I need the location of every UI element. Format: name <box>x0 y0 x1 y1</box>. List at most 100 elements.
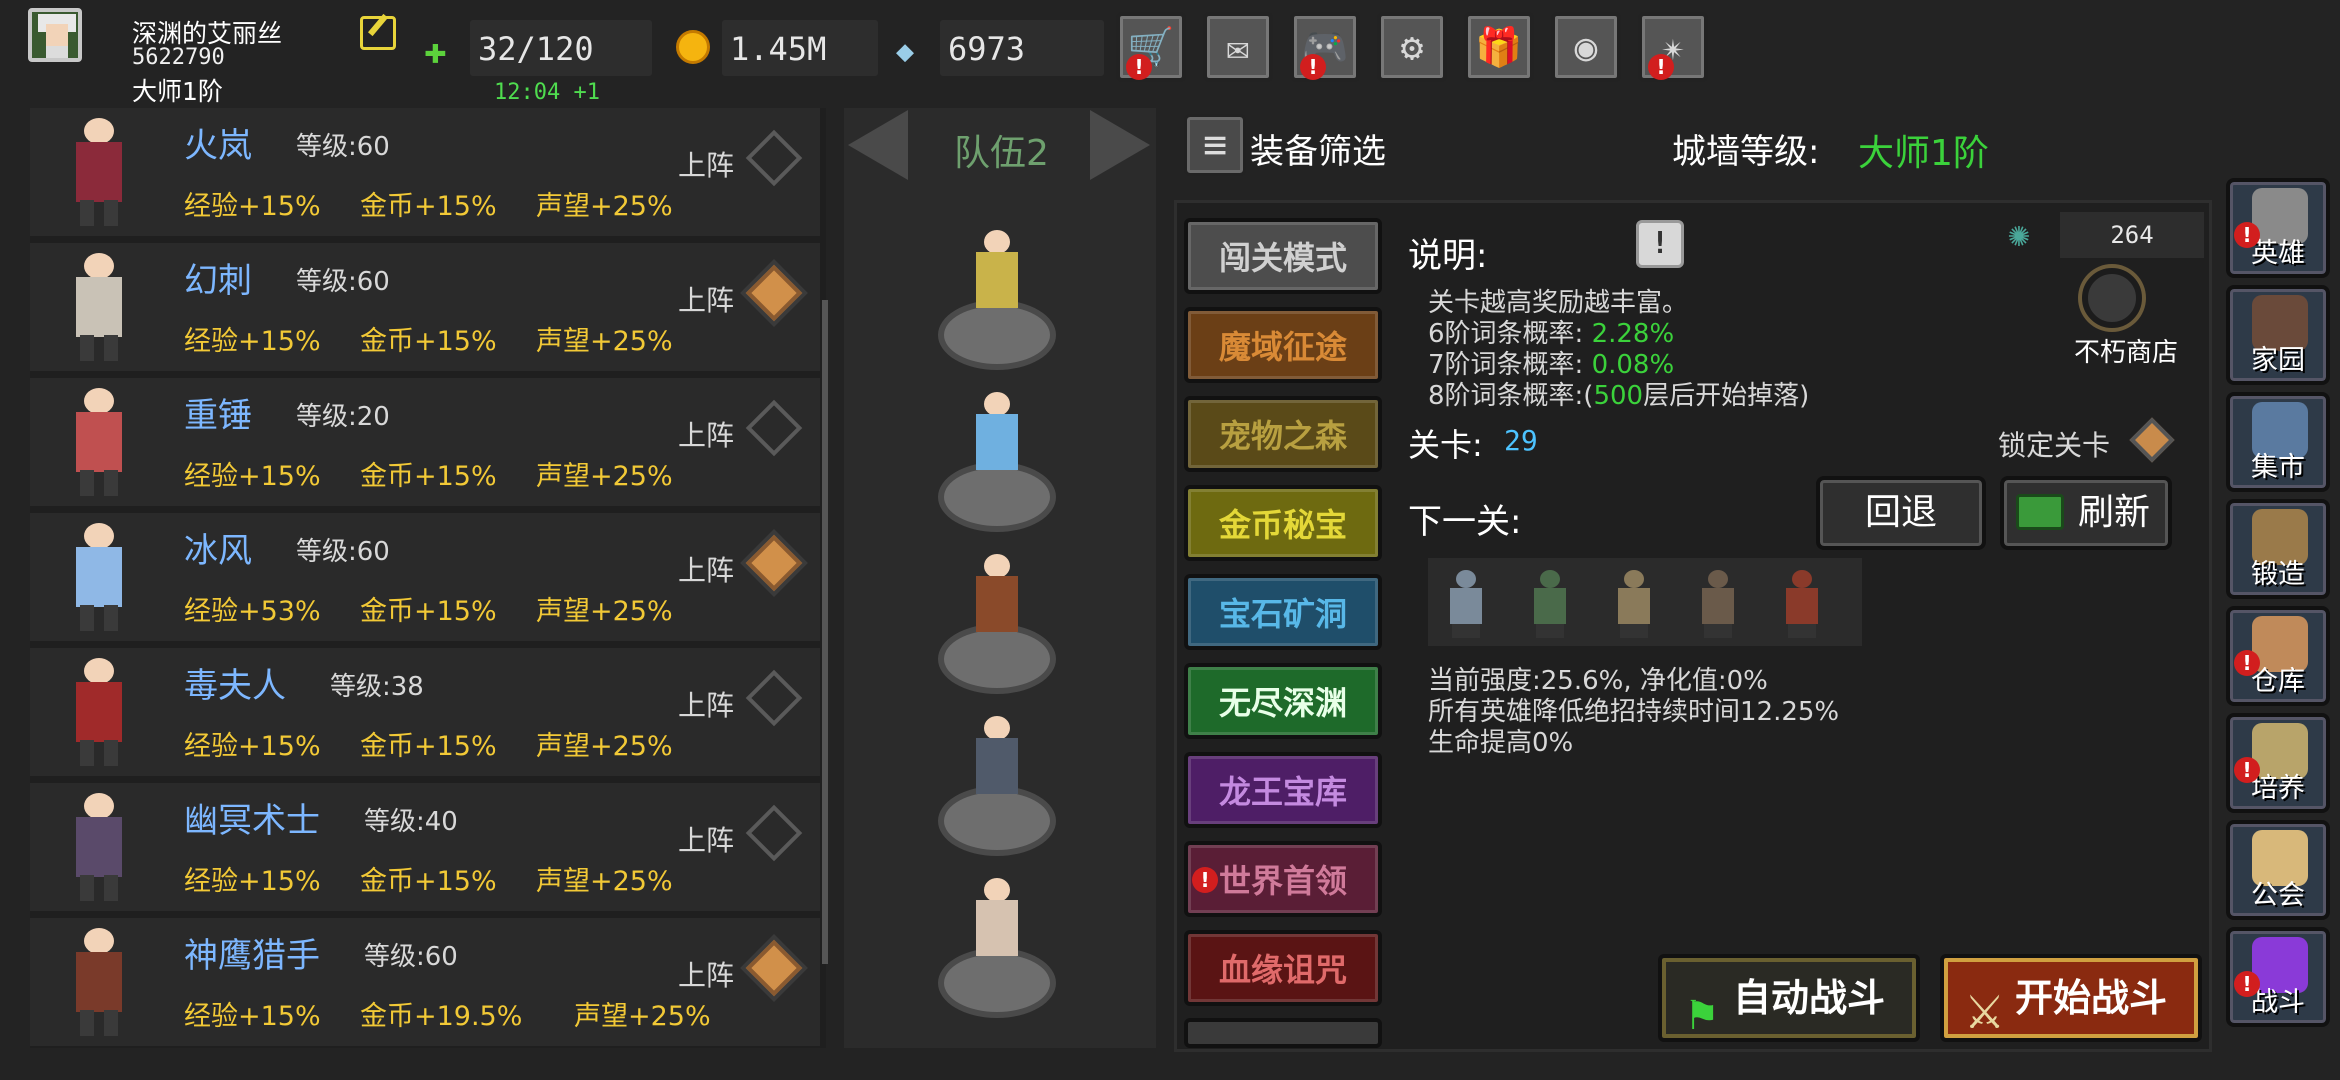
team-member[interactable] <box>962 878 1032 988</box>
hero-row[interactable]: 神鹰猎手 等级:60 经验+15% 金币+19.5% 声望+25% 上阵 <box>30 918 820 1046</box>
mail-icon: ✉ <box>1226 25 1250 69</box>
team-member[interactable] <box>962 716 1032 826</box>
gamepad-button[interactable]: 🎮! <box>1290 12 1360 82</box>
mode-button[interactable]: 无尽深渊 <box>1184 663 1382 739</box>
fireworks-button[interactable]: ✴! <box>1638 12 1708 82</box>
player-avatar[interactable] <box>28 8 82 62</box>
hero-row[interactable]: 幽冥术士 等级:40 经验+15% 金币+15% 声望+25% 上阵 <box>30 783 820 911</box>
hero-fame-bonus: 声望+25% <box>536 866 673 897</box>
edit-name-icon[interactable] <box>360 16 396 50</box>
sidebar-button[interactable]: 家园 <box>2226 285 2330 385</box>
alert-badge: ! <box>2234 222 2260 248</box>
hero-row[interactable]: 重锤 等级:20 经验+15% 金币+15% 声望+25% 上阵 <box>30 378 820 506</box>
gift-icon: 🎁 <box>1475 24 1523 69</box>
mail-button[interactable]: ✉ <box>1203 12 1273 82</box>
mode-button[interactable]: 闯关模式 <box>1184 218 1382 294</box>
deploy-label: 上阵 <box>678 959 735 992</box>
gem-value: 6973 <box>940 20 1104 76</box>
deploy-toggle[interactable] <box>745 264 803 322</box>
hero-name: 冰风 <box>184 531 252 571</box>
hero-gold-bonus: 金币+15% <box>360 461 497 492</box>
sidebar-label: 锻造 <box>2251 559 2305 590</box>
mode-button-partial[interactable] <box>1184 1018 1382 1048</box>
mode-button[interactable]: 血缘诅咒 <box>1184 930 1382 1006</box>
lock-stage-label: 锁定关卡 <box>1998 429 2111 462</box>
hero-level: 等级:60 <box>296 267 390 297</box>
deploy-toggle[interactable] <box>745 399 803 457</box>
hero-level: 等级:38 <box>330 672 424 702</box>
sidebar-button[interactable]: 公会 <box>2226 820 2330 920</box>
team-member[interactable] <box>962 230 1032 340</box>
mode-button[interactable]: 龙王宝库 <box>1184 752 1382 828</box>
hero-sprite <box>60 658 140 768</box>
hero-level: 等级:60 <box>296 537 390 567</box>
hero-fame-bonus: 声望+25% <box>536 326 673 357</box>
hero-sprite <box>60 118 140 228</box>
equipment-filter-label[interactable]: 装备筛选 <box>1250 124 1386 173</box>
immortal-shop-label[interactable]: 不朽商店 <box>2074 332 2178 369</box>
mode-button[interactable]: 宠物之森 <box>1184 396 1382 472</box>
filter-menu-button[interactable]: ≡ <box>1184 114 1246 176</box>
hero-sprite <box>60 523 140 633</box>
gold-value: 1.45M <box>722 20 878 76</box>
wheel-icon: ◉ <box>1574 25 1598 69</box>
mode-button[interactable]: 金币秘宝 <box>1184 485 1382 561</box>
immortal-shop-icon[interactable] <box>2082 268 2142 328</box>
sidebar-label: 集市 <box>2251 452 2305 483</box>
hero-list[interactable]: 火岚 等级:60 经验+15% 金币+15% 声望+25% 上阵 幻刺 等级:6… <box>30 108 826 1048</box>
shop-button[interactable]: 🛒! <box>1116 12 1186 82</box>
hero-row[interactable]: 火岚 等级:60 经验+15% 金币+15% 声望+25% 上阵 <box>30 108 820 236</box>
hero-name: 神鹰猎手 <box>184 936 320 976</box>
hero-row[interactable]: 幻刺 等级:60 经验+15% 金币+15% 声望+25% 上阵 <box>30 243 820 371</box>
settings-button[interactable]: ⚙ <box>1377 12 1447 82</box>
mode-button[interactable]: 世界首领! <box>1184 841 1382 917</box>
hero-row[interactable]: 毒夫人 等级:38 经验+15% 金币+15% 声望+25% 上阵 <box>30 648 820 776</box>
hero-sprite <box>60 928 140 1038</box>
sidebar-button[interactable]: 战斗! <box>2226 927 2330 1027</box>
mode-button[interactable]: 魔域征途 <box>1184 307 1382 383</box>
video-icon <box>2016 494 2064 530</box>
sidebar-button[interactable]: 英雄! <box>2226 178 2330 278</box>
mode-button[interactable]: 宝石矿洞 <box>1184 574 1382 650</box>
hero-gold-bonus: 金币+15% <box>360 731 497 762</box>
start-battle-label: 开始战斗 <box>2014 976 2167 1020</box>
back-button[interactable]: 回退 <box>1816 476 1986 550</box>
team-panel <box>844 108 1156 1048</box>
team-member[interactable] <box>962 554 1032 664</box>
team-member[interactable] <box>962 392 1032 502</box>
flag-icon: ⚑ <box>1684 993 1720 1039</box>
stage-value: 29 <box>1504 424 1538 457</box>
deploy-toggle[interactable] <box>745 669 803 727</box>
start-battle-button[interactable]: ⚔ 开始战斗 <box>1940 954 2202 1042</box>
gift-button[interactable]: 🎁 <box>1464 12 1534 82</box>
deploy-toggle[interactable] <box>745 534 803 592</box>
hero-list-scrollbar[interactable] <box>822 300 828 964</box>
sidebar-button[interactable]: 集市 <box>2226 392 2330 492</box>
description-title: 说明: <box>1408 236 1488 276</box>
hero-name: 火岚 <box>184 126 252 166</box>
hero-level: 等级:40 <box>364 807 458 837</box>
sidebar-button[interactable]: 培养! <box>2226 713 2330 813</box>
hero-name: 毒夫人 <box>184 666 286 706</box>
auto-battle-label: 自动战斗 <box>1732 976 1885 1020</box>
refresh-button[interactable]: 刷新 <box>2000 476 2172 550</box>
player-id: 5622790 <box>132 45 225 70</box>
deploy-toggle[interactable] <box>745 804 803 862</box>
auto-battle-button[interactable]: ⚑ 自动战斗 <box>1658 954 1920 1042</box>
deploy-toggle[interactable] <box>745 939 803 997</box>
hero-sprite <box>60 793 140 903</box>
sidebar-button[interactable]: 锻造 <box>2226 499 2330 599</box>
sidebar-button[interactable]: 仓库! <box>2226 606 2330 706</box>
hero-exp-bonus: 经验+15% <box>184 191 321 222</box>
alert-badge: ! <box>2234 971 2260 997</box>
enemy-sprite <box>1772 566 1832 640</box>
color-wheel-button[interactable]: ◉ <box>1551 12 1621 82</box>
deploy-toggle[interactable] <box>745 129 803 187</box>
enemy-sprite <box>1688 566 1748 640</box>
info-icon[interactable]: ! <box>1636 220 1684 268</box>
hero-fame-bonus: 声望+25% <box>536 596 673 627</box>
swords-icon: ⚔ <box>1964 985 2006 1039</box>
deploy-label: 上阵 <box>678 824 735 857</box>
hero-row[interactable]: 冰风 等级:60 经验+53% 金币+15% 声望+25% 上阵 <box>30 513 820 641</box>
soul-icon: ✺ <box>2008 214 2030 255</box>
